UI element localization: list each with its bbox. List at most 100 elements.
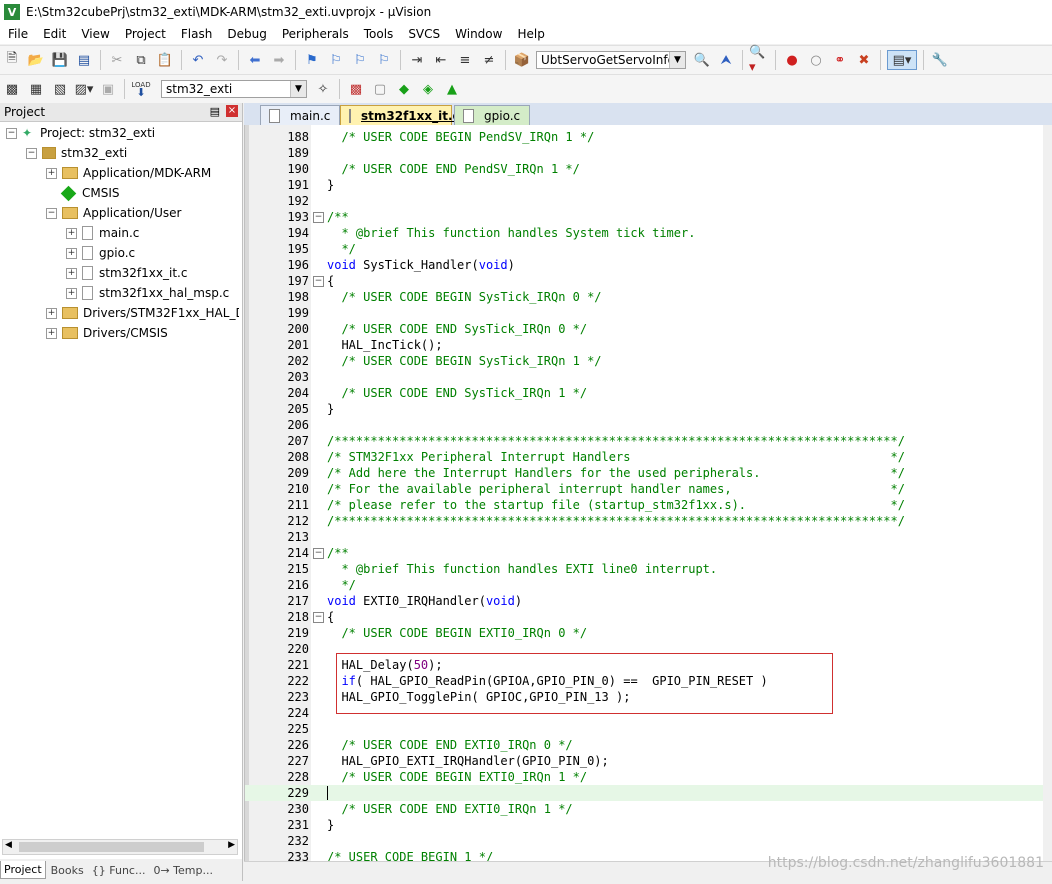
code-line[interactable]: 198 /* USER CODE BEGIN SysTick_IRQn 0 */ xyxy=(245,289,1052,305)
menu-flash[interactable]: Flash xyxy=(173,27,219,41)
code-line[interactable]: 196 void SysTick_Handler(void) xyxy=(245,257,1052,273)
code-line[interactable]: 200 /* USER CODE END SysTick_IRQn 0 */ xyxy=(245,321,1052,337)
configure-wrench-icon[interactable]: 🔧 xyxy=(930,50,950,70)
find-in-files-icon[interactable]: 📦 xyxy=(512,50,532,70)
code-line[interactable]: 231} xyxy=(245,817,1052,833)
tree-root[interactable]: − ✦ Project: stm32_exti xyxy=(6,123,155,143)
code-line[interactable]: 216 */ xyxy=(245,577,1052,593)
unindent-icon[interactable]: ⇤ xyxy=(431,50,451,70)
code-line[interactable]: 191} xyxy=(245,177,1052,193)
code-line[interactable]: 206 xyxy=(245,417,1052,433)
window-layout-icon[interactable]: ▤▾ xyxy=(887,50,917,70)
code-line[interactable]: 204 /* USER CODE END SysTick_IRQn 1 */ xyxy=(245,385,1052,401)
expand-icon[interactable]: + xyxy=(66,247,77,259)
code-line[interactable]: 205} xyxy=(245,401,1052,417)
incremental-find-icon[interactable]: ⮝ xyxy=(716,50,736,70)
menu-project[interactable]: Project xyxy=(117,27,173,41)
clear-bookmarks-icon[interactable]: ⚐ xyxy=(374,50,394,70)
code-line[interactable]: 197−{ xyxy=(245,273,1052,289)
build-icon[interactable]: ▦ xyxy=(26,79,46,99)
project-horizontal-scrollbar[interactable]: ◀ ▶ xyxy=(2,839,238,855)
fold-icon[interactable]: − xyxy=(313,276,324,287)
menu-file[interactable]: File xyxy=(0,27,35,41)
stop-build-icon[interactable]: ▣ xyxy=(98,79,118,99)
target-options-icon[interactable]: ✧ xyxy=(313,79,333,99)
tree-file[interactable]: + stm32f1xx_it.c xyxy=(66,263,187,283)
tab-books[interactable]: Books xyxy=(48,862,87,879)
code-line[interactable]: 209 /* Add here the Interrupt Handlers fo… xyxy=(245,465,1052,481)
code-line[interactable]: 190 /* USER CODE END PendSV_IRQn 1 */ xyxy=(245,161,1052,177)
tab-project[interactable]: Project xyxy=(0,861,46,879)
tree-target[interactable]: − stm32_exti xyxy=(26,143,127,163)
fold-icon[interactable]: − xyxy=(313,212,324,223)
collapse-icon[interactable]: − xyxy=(6,127,17,139)
code-line[interactable]: 213 xyxy=(245,529,1052,545)
code-line[interactable]: 202 /* USER CODE BEGIN SysTick_IRQn 1 */ xyxy=(245,353,1052,369)
code-line[interactable]: 215 * @brief This function handles EXTI … xyxy=(245,561,1052,577)
uncomment-icon[interactable]: ≠ xyxy=(479,50,499,70)
chevron-down-icon[interactable]: ▼ xyxy=(669,52,685,68)
load-download-icon[interactable]: LOAD ⬇ xyxy=(131,79,151,99)
manage-project-items-icon[interactable]: ▩ xyxy=(346,79,366,99)
code-line[interactable]: 227 HAL_GPIO_EXTI_IRQHandler(GPIO_PIN_0)… xyxy=(245,753,1052,769)
manage-runtime-icon[interactable]: ◆ xyxy=(394,79,414,99)
code-line[interactable]: 211 /* please refer to the startup file (… xyxy=(245,497,1052,513)
pack-installer-icon[interactable]: ◈ xyxy=(418,79,438,99)
tree-group[interactable]: + Drivers/CMSIS xyxy=(46,323,168,343)
expand-icon[interactable]: + xyxy=(46,167,57,179)
code-line[interactable]: 229 xyxy=(245,785,1052,801)
code-line[interactable]: 192 xyxy=(245,193,1052,209)
new-file-icon[interactable]: 🗎 xyxy=(2,50,22,70)
code-line[interactable]: 232 xyxy=(245,833,1052,849)
breakpoint-icon[interactable]: ● xyxy=(782,50,802,70)
undo-icon[interactable]: ↶ xyxy=(188,50,208,70)
find-icon[interactable]: 🔍 xyxy=(692,50,712,70)
code-line[interactable]: 212 /************************************… xyxy=(245,513,1052,529)
fold-icon[interactable]: − xyxy=(313,612,324,623)
indent-icon[interactable]: ⇥ xyxy=(407,50,427,70)
disable-all-breakpoints-icon[interactable]: ⚭ xyxy=(830,50,850,70)
menu-debug[interactable]: Debug xyxy=(219,27,273,41)
next-bookmark-icon[interactable]: ⚐ xyxy=(350,50,370,70)
expand-icon[interactable]: + xyxy=(66,267,77,279)
expand-icon[interactable]: + xyxy=(46,307,57,319)
menu-help[interactable]: Help xyxy=(509,27,551,41)
menu-edit[interactable]: Edit xyxy=(35,27,73,41)
software-components-icon[interactable]: ▲ xyxy=(442,79,462,99)
editor-vertical-scrollbar[interactable] xyxy=(1043,125,1052,861)
redo-icon[interactable]: ↷ xyxy=(212,50,232,70)
comment-icon[interactable]: ≡ xyxy=(455,50,475,70)
debug-session-icon[interactable]: 🔍▾ xyxy=(749,45,769,75)
prev-bookmark-icon[interactable]: ⚐ xyxy=(326,50,346,70)
disable-breakpoint-icon[interactable]: ○ xyxy=(806,50,826,70)
code-line[interactable]: 225 xyxy=(245,721,1052,737)
save-icon[interactable]: 💾 xyxy=(50,50,70,70)
code-line[interactable]: 189 xyxy=(245,145,1052,161)
chevron-down-icon[interactable]: ▼ xyxy=(290,81,306,97)
scrollbar-thumb[interactable] xyxy=(19,842,204,852)
code-line[interactable]: 193−/** xyxy=(245,209,1052,225)
save-all-icon[interactable]: ▤ xyxy=(74,50,94,70)
code-line[interactable]: 228 /* USER CODE BEGIN EXTI0_IRQn 1 */ xyxy=(245,769,1052,785)
tree-file[interactable]: + gpio.c xyxy=(66,243,135,263)
cut-icon[interactable]: ✂ xyxy=(107,50,127,70)
collapse-icon[interactable]: − xyxy=(26,147,37,159)
code-line[interactable]: 230 /* USER CODE END EXTI0_IRQn 1 */ xyxy=(245,801,1052,817)
code-editor[interactable]: 188 /* USER CODE BEGIN PendSV_IRQn 1 */1… xyxy=(244,125,1052,861)
code-line[interactable]: 188 /* USER CODE BEGIN PendSV_IRQn 1 */ xyxy=(245,129,1052,145)
code-line[interactable]: 218−{ xyxy=(245,609,1052,625)
tree-group[interactable]: + Drivers/STM32F1xx_HAL_Driv xyxy=(46,303,239,323)
scroll-left-icon[interactable]: ◀ xyxy=(5,840,12,850)
tree-group[interactable]: + Application/MDK-ARM xyxy=(46,163,211,183)
nav-forward-icon[interactable]: ➡ xyxy=(269,50,289,70)
select-packs-icon[interactable]: ▢ xyxy=(370,79,390,99)
tab-gpio-c[interactable]: gpio.c xyxy=(454,105,530,125)
menu-view[interactable]: View xyxy=(73,27,116,41)
target-combo[interactable]: stm32_exti ▼ xyxy=(161,80,307,98)
collapse-icon[interactable]: − xyxy=(46,207,57,219)
code-line[interactable]: 217 void EXTI0_IRQHandler(void) xyxy=(245,593,1052,609)
open-folder-icon[interactable]: 📂 xyxy=(26,50,46,70)
kill-all-breakpoints-icon[interactable]: ✖ xyxy=(854,50,874,70)
rebuild-icon[interactable]: ▧ xyxy=(50,79,70,99)
menu-window[interactable]: Window xyxy=(447,27,509,41)
